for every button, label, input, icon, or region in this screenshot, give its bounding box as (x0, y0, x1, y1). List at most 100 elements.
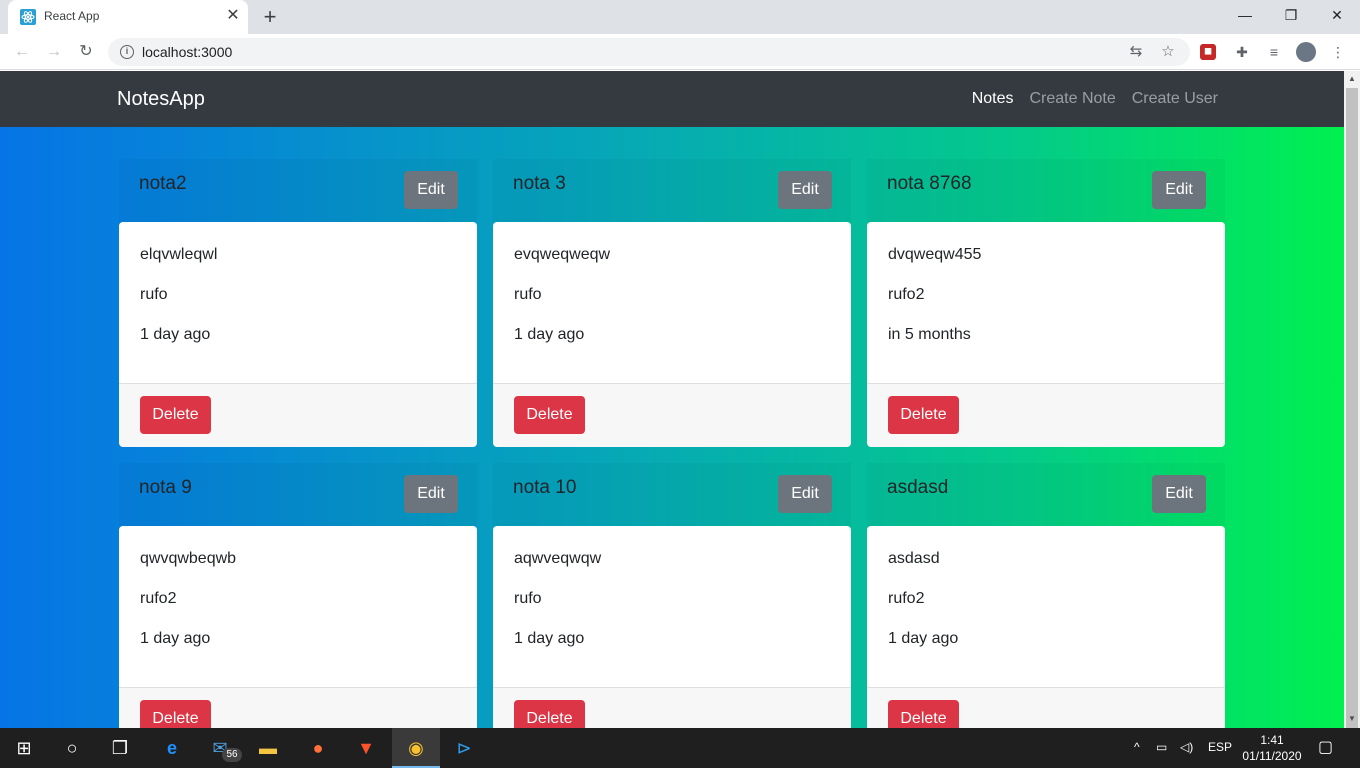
search-cortana-icon[interactable]: ○ (48, 728, 96, 768)
app-brand[interactable]: NotesApp (117, 88, 205, 111)
note-card-footer: Delete (493, 383, 851, 447)
note-date: 1 day ago (514, 326, 585, 343)
note-content: evqweqweqw (514, 246, 611, 263)
page-scrollbar[interactable]: ▲ ▼ (1344, 71, 1360, 736)
note-card-body: asdasd rufo2 1 day ago (867, 526, 1225, 687)
edit-button[interactable]: Edit (778, 475, 832, 513)
edit-button[interactable]: Edit (1152, 171, 1206, 209)
chrome-menu-icon[interactable]: ⋮ (1328, 42, 1348, 62)
tray-overflow-icon[interactable]: ^ (1134, 740, 1140, 754)
extensions-puzzle-icon[interactable]: ✚ (1232, 42, 1252, 62)
note-date: 1 day ago (140, 326, 211, 343)
brave-browser-icon[interactable]: ▼ (342, 728, 390, 768)
browser-tabstrip: React App ✕ + — ❐ ✕ (0, 0, 1360, 34)
note-title: asdasd (887, 477, 949, 498)
start-windows-icon[interactable]: ⊞ (0, 728, 48, 768)
close-window-button[interactable]: ✕ (1314, 0, 1360, 32)
nav-link-notes[interactable]: Notes (972, 90, 1014, 108)
note-author: rufo2 (888, 286, 925, 303)
note-card-body: dvqweqw455 rufo2 in 5 months (867, 222, 1225, 383)
note-card-footer: Delete (119, 383, 477, 447)
edit-button[interactable]: Edit (778, 171, 832, 209)
delete-button[interactable]: Delete (514, 700, 585, 728)
site-info-icon[interactable]: i (120, 45, 134, 59)
note-title: nota 8768 (887, 173, 972, 194)
language-indicator[interactable]: ESP (1208, 740, 1232, 754)
note-content: asdasd (888, 550, 940, 567)
network-icon[interactable]: ▭ (1156, 740, 1167, 754)
scroll-down-arrow-icon[interactable]: ▼ (1348, 714, 1356, 723)
note-card-body: evqweqweqw rufo 1 day ago (493, 222, 851, 383)
forward-icon[interactable]: → (42, 40, 66, 64)
clock-date: 01/11/2020 (1242, 749, 1302, 763)
note-card-footer: Delete (867, 383, 1225, 447)
nav-link-create-user[interactable]: Create User (1132, 90, 1218, 108)
note-card-header: nota 10 Edit (493, 463, 851, 526)
file-explorer-icon[interactable]: ▬ (244, 728, 292, 768)
note-date: 1 day ago (514, 630, 585, 647)
windows-taskbar: ⊞ ○ ❐ e ✉ 56 ▬ ● ▼ ◉ ⊳ ^ ▭ ◁) ESP 1:41 0… (0, 728, 1360, 768)
notifications-icon[interactable]: ▢ (1318, 737, 1333, 757)
note-card-header: nota2 Edit (119, 159, 477, 222)
new-tab-button[interactable]: + (258, 5, 282, 29)
volume-icon[interactable]: ◁) (1180, 740, 1193, 754)
system-clock[interactable]: 1:41 01/11/2020 (1236, 732, 1308, 764)
profile-avatar[interactable] (1296, 42, 1316, 62)
note-title: nota2 (139, 173, 187, 194)
delete-button[interactable]: Delete (888, 396, 959, 434)
browser-toolbar: ← → ↻ i localhost:3000 ⇆ ☆ ◼ ✚ ≡ ⋮ (0, 34, 1360, 70)
note-title: nota 10 (513, 477, 577, 498)
delete-button[interactable]: Delete (140, 396, 211, 434)
note-card-footer: Delete (119, 687, 477, 728)
note-author: rufo2 (888, 590, 925, 607)
note-card-body: qwvqwbeqwb rufo2 1 day ago (119, 526, 477, 687)
media-control-icon[interactable]: ≡ (1264, 42, 1284, 62)
react-icon (20, 9, 36, 25)
minimize-button[interactable]: — (1222, 0, 1268, 32)
delete-button[interactable]: Delete (140, 700, 211, 728)
maximize-button[interactable]: ❐ (1268, 0, 1314, 32)
note-content: elqvwleqwl (140, 246, 218, 263)
edit-button[interactable]: Edit (1152, 475, 1206, 513)
note-date: in 5 months (888, 326, 971, 343)
delete-button[interactable]: Delete (888, 700, 959, 728)
page-viewport: NotesApp Notes Create Note Create User n… (0, 71, 1344, 728)
note-date: 1 day ago (140, 630, 211, 647)
note-author: rufo (514, 286, 542, 303)
note-card-footer: Delete (867, 687, 1225, 728)
address-bar[interactable]: i localhost:3000 ⇆ ☆ (108, 38, 1190, 66)
note-card-header: nota 3 Edit (493, 159, 851, 222)
tab-close-icon[interactable]: ✕ (224, 7, 242, 25)
bookmark-star-icon[interactable]: ☆ (1158, 42, 1178, 62)
nav-link-create-note[interactable]: Create Note (1029, 90, 1115, 108)
firefox-icon[interactable]: ● (294, 728, 342, 768)
back-icon[interactable]: ← (10, 40, 34, 64)
note-card-header: nota 8768 Edit (867, 159, 1225, 222)
browser-tab[interactable]: React App ✕ (8, 0, 248, 34)
tab-title: React App (44, 9, 100, 23)
reload-icon[interactable]: ↻ (74, 40, 98, 64)
note-card-header: nota 9 Edit (119, 463, 477, 526)
edge-browser-icon[interactable]: e (148, 728, 196, 768)
delete-button[interactable]: Delete (514, 396, 585, 434)
vscode-icon[interactable]: ⊳ (440, 728, 488, 768)
nav-links: Notes Create Note Create User (972, 90, 1218, 108)
note-author: rufo2 (140, 590, 177, 607)
mail-badge: 56 (222, 748, 242, 762)
note-date: 1 day ago (888, 630, 959, 647)
extension-icon[interactable]: ◼ (1200, 44, 1216, 60)
scroll-up-arrow-icon[interactable]: ▲ (1348, 74, 1356, 83)
note-card-footer: Delete (493, 687, 851, 728)
chrome-icon[interactable]: ◉ (392, 728, 440, 768)
note-title: nota 3 (513, 173, 566, 194)
scroll-thumb[interactable] (1346, 88, 1358, 736)
note-content: aqwveqwqw (514, 550, 602, 567)
note-content: dvqweqw455 (888, 246, 982, 263)
translate-icon[interactable]: ⇆ (1126, 42, 1146, 62)
task-view-icon[interactable]: ❐ (96, 728, 144, 768)
note-card-body: elqvwleqwl rufo 1 day ago (119, 222, 477, 383)
mail-icon[interactable]: ✉ 56 (196, 728, 244, 768)
edit-button[interactable]: Edit (404, 475, 458, 513)
url-text[interactable]: localhost:3000 (142, 44, 232, 60)
edit-button[interactable]: Edit (404, 171, 458, 209)
